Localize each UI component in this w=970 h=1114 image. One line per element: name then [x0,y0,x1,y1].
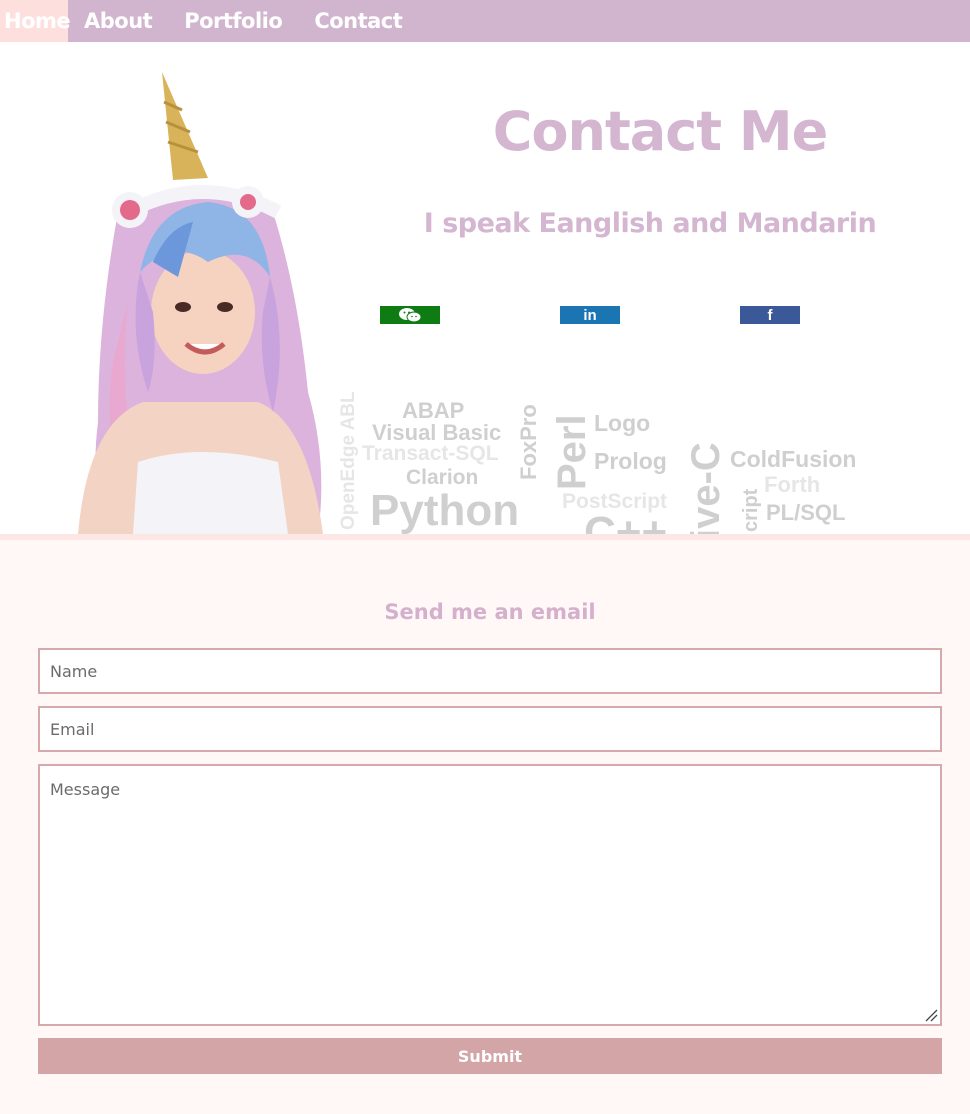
cloud-word: cript [740,488,762,532]
wechat-button[interactable] [380,306,440,324]
message-placeholder: Message [50,780,121,799]
cloud-word: ColdFusion [730,446,857,472]
resize-grip-icon[interactable] [924,1008,938,1022]
section-divider [0,534,970,540]
email-form-title: Send me an email [384,600,596,624]
nav-contact[interactable]: Contact [298,0,418,42]
top-navbar: Home About Portfolio Contact [0,0,970,42]
cloud-word: Python [370,486,520,534]
email-placeholder: Email [50,719,95,739]
facebook-icon: f [767,306,773,324]
wechat-icon [399,308,422,323]
nav-about[interactable]: About [68,0,168,42]
nav-home[interactable]: Home [0,0,71,42]
programming-languages-word-cloud: ABAP Visual Basic Transact-SQL Clarion P… [320,362,880,534]
facebook-button[interactable]: f [740,306,800,324]
name-placeholder: Name [50,661,98,681]
portrait-illustration [78,72,323,534]
page-title: Contact Me [492,100,828,163]
name-field[interactable]: Name [38,648,942,694]
nav-portfolio[interactable]: Portfolio [168,0,298,42]
cloud-word: C++ [584,508,668,534]
cloud-word: Logo [594,410,651,436]
linkedin-button[interactable]: in [560,306,620,324]
linkedin-icon: in [583,306,597,324]
cloud-word: ive-C [684,442,728,534]
submit-button[interactable]: Submit [38,1038,942,1074]
cloud-word: Transact-SQL [362,442,499,465]
cloud-word: Forth [764,472,821,497]
languages-subtitle: I speak Eanglish and Mandarin [423,208,877,239]
hero-section: ABAP Visual Basic Transact-SQL Clarion P… [0,42,970,534]
email-field[interactable]: Email [38,706,942,752]
cloud-word: Perl [550,414,594,490]
message-textarea[interactable]: Message [38,764,942,1026]
cloud-word: PL/SQL [766,500,846,525]
cloud-word: OpenEdge ABL [338,391,359,530]
cloud-word: Prolog [594,448,667,474]
cloud-word: FoxPro [516,404,541,480]
